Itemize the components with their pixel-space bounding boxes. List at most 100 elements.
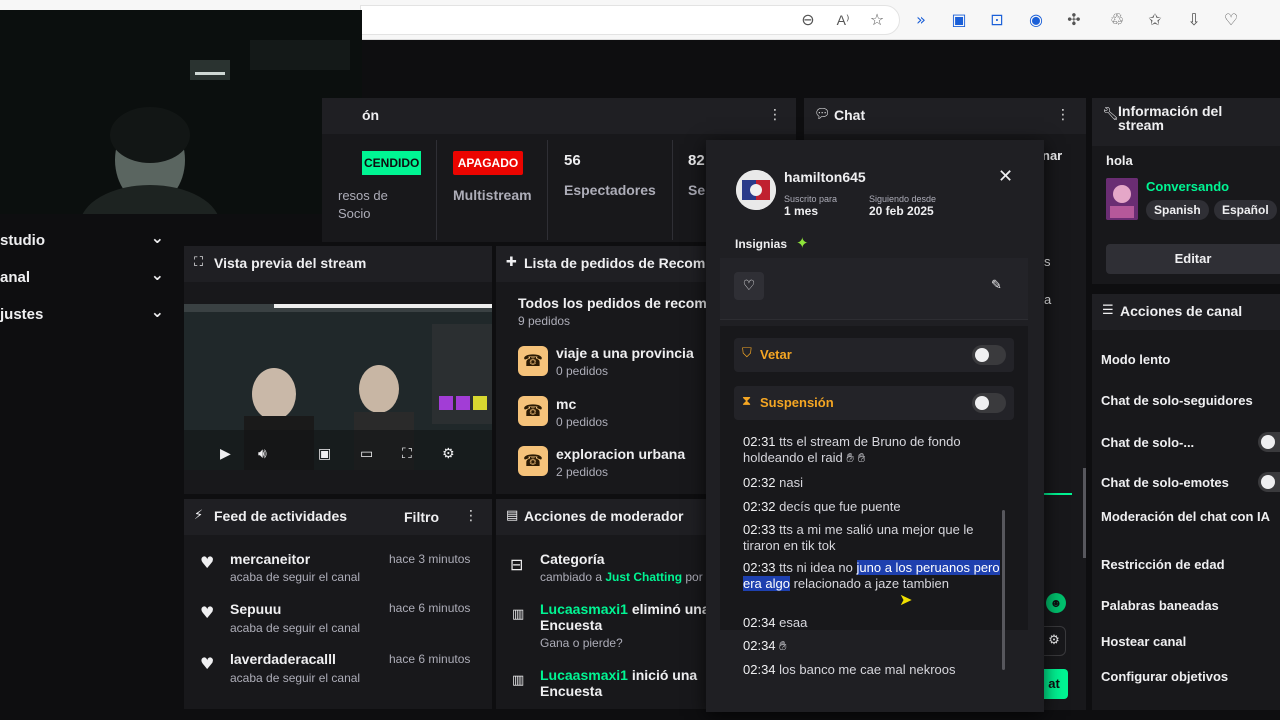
emote-picker-icon[interactable]: ☻	[1046, 593, 1066, 613]
extension-b-icon[interactable]: ▣	[948, 9, 970, 31]
nav-item-ajustes[interactable]: justes ⌄	[0, 300, 180, 330]
request-icon: ☎	[518, 346, 548, 376]
channel-action-emote-only[interactable]: Chat de solo-emotes	[1101, 475, 1229, 490]
feed-action: acaba de seguir el canal	[230, 621, 361, 635]
chat-message: 02:32 decís que fue puente	[743, 499, 901, 514]
sliders-icon: ☰	[1102, 303, 1114, 318]
badge-icon[interactable]: ✦	[796, 234, 809, 252]
feed-user[interactable]: mercaneitor	[230, 551, 310, 567]
chat-settings-icon[interactable]: ⚙	[1042, 626, 1066, 656]
more-options-icon[interactable]: ⋮	[768, 107, 782, 123]
heart-icon[interactable]: ♡	[734, 272, 764, 300]
channel-action-banned-words[interactable]: Palabras baneadas	[1101, 598, 1219, 613]
address-bar[interactable]	[360, 5, 900, 35]
subs-only-toggle[interactable]	[1258, 432, 1280, 452]
chat-send-button[interactable]: at	[1040, 669, 1068, 699]
filter-button[interactable]: Filtro	[404, 509, 439, 525]
request-count: 0 pedidos	[556, 364, 609, 378]
feed-user[interactable]: laverdaderacalll	[230, 651, 336, 667]
feed-action: acaba de seguir el canal	[230, 570, 361, 584]
extension-a-icon[interactable]: »	[910, 9, 932, 31]
followers-value: 82	[688, 152, 705, 169]
play-icon[interactable]: ▶	[220, 446, 231, 462]
status-badge-off: APAGADO	[453, 151, 523, 175]
webcam-overlay	[0, 10, 362, 214]
more-options-icon[interactable]: ⋮	[464, 508, 478, 524]
volume-icon[interactable]: 🔊︎	[258, 446, 267, 462]
stream-category[interactable]: Conversando	[1146, 179, 1229, 194]
panel-header: ✚ Lista de pedidos de Recom	[496, 246, 706, 282]
channel-action-slow-mode[interactable]: Modo lento	[1101, 352, 1170, 367]
requests-all-title: Todos los pedidos de recom	[518, 295, 707, 311]
avatar[interactable]	[736, 170, 776, 210]
mod-category-detail: cambiado a Just Chatting por	[540, 570, 703, 584]
ban-toggle[interactable]	[972, 345, 1006, 365]
badges-label: Insignias	[735, 237, 788, 251]
mouse-cursor-icon: ➤	[899, 590, 913, 609]
zoom-icon[interactable]: ⊖	[797, 9, 819, 31]
channel-action-followers-only[interactable]: Chat de solo-seguidores	[1101, 393, 1253, 408]
fullscreen-icon[interactable]: ⛶	[402, 446, 412, 462]
chat-message: 02:34 los banco me cae mal nekroos	[743, 662, 956, 677]
chat-scrollbar[interactable]	[1083, 468, 1086, 558]
request-name[interactable]: mc	[556, 396, 576, 412]
extension-d-icon[interactable]: ◉	[1025, 9, 1047, 31]
follow-value: 20 feb 2025	[869, 204, 934, 218]
timeout-toggle[interactable]	[972, 393, 1006, 413]
tag-chip[interactable]: Español	[1214, 200, 1277, 220]
mod-action-poll-started: Lucaasmaxi1 inició una	[540, 667, 698, 683]
close-icon[interactable]: ✕	[998, 166, 1013, 187]
favorites-icon[interactable]: ✩	[1144, 9, 1166, 31]
mute-mic-icon[interactable]: ✎	[991, 278, 1002, 293]
favorite-star-icon[interactable]: ☆	[866, 9, 888, 31]
follow-label: Siguiendo desde	[869, 194, 937, 204]
theatre-icon[interactable]: ▭	[360, 446, 373, 462]
panel-header: ⛶ Vista previa del stream	[184, 246, 492, 282]
nav-item-studio[interactable]: studio ⌄	[0, 226, 180, 256]
mod-action-poll-title: Gana o pierde?	[540, 636, 623, 650]
chat-message: 02:33 tts a mi me salió una mejor que le…	[743, 522, 974, 553]
channel-actions-panel: ☰ Acciones de canal Modo lento Chat de s…	[1092, 294, 1280, 710]
channel-action-ai-moderation[interactable]: Moderación del chat con IA	[1101, 509, 1271, 524]
downloads-icon[interactable]: ⇩	[1183, 9, 1205, 31]
pip-icon[interactable]: ▣	[318, 446, 331, 462]
nav-item-canal[interactable]: anal ⌄	[0, 263, 180, 293]
request-name[interactable]: exploracion urbana	[556, 446, 685, 462]
heart-monitor-icon[interactable]: ♡	[1220, 9, 1242, 31]
ban-row[interactable]: ⛉ Vetar	[734, 338, 1014, 372]
emote-icon: ✋︎ ✋︎	[846, 451, 866, 466]
feed-time: hace 3 minutos	[389, 552, 471, 566]
heart-icon: ♥	[200, 603, 215, 622]
mod-action-poll-label: Encuesta	[540, 617, 603, 633]
tag-chip[interactable]: Spanish	[1146, 200, 1209, 220]
user-card-username[interactable]: hamilton645	[784, 169, 866, 185]
extension-c-icon[interactable]: ⊡	[986, 9, 1008, 31]
panel-title: Vista previa del stream	[214, 255, 367, 271]
emote-only-toggle[interactable]	[1258, 472, 1280, 492]
channel-action-subs-only[interactable]: Chat de solo-...	[1101, 435, 1194, 450]
chat-message: 02:32 nasi	[743, 475, 804, 490]
chevron-down-icon: ⌄	[150, 265, 164, 284]
wrench-icon: 🔧︎	[1102, 107, 1119, 122]
settings-gear-icon[interactable]: ⚙	[442, 446, 455, 462]
request-count: 2 pedidos	[556, 465, 609, 479]
panel-title: Lista de pedidos de Recom	[524, 255, 706, 271]
sub-label: Suscrito para	[784, 194, 838, 204]
hourglass-icon: ⧗	[742, 394, 752, 409]
feed-user[interactable]: Sepuuu	[230, 601, 281, 617]
timeout-row[interactable]: ⧗ Suspensión	[734, 386, 1014, 420]
more-options-icon[interactable]: ⋮	[1056, 107, 1070, 123]
channel-action-host[interactable]: Hostear canal	[1101, 634, 1186, 649]
category-thumbnail[interactable]	[1106, 178, 1138, 220]
followers-caption: Se	[688, 182, 706, 198]
status-badge-on: CENDIDO	[362, 151, 421, 175]
read-aloud-icon[interactable]: A⁾	[832, 9, 854, 31]
request-name[interactable]: viaje a una provincia	[556, 345, 694, 361]
performance-icon[interactable]: ♲	[1106, 9, 1128, 31]
stream-preview-panel: ⛶ Vista previa del stream ▶ 🔊︎ ▣ ▭ ⛶ ⚙	[184, 246, 492, 494]
panel-title: Chat	[834, 107, 866, 123]
channel-action-age-restriction[interactable]: Restricción de edad	[1101, 557, 1225, 572]
extensions-icon[interactable]: ✣	[1063, 9, 1085, 31]
channel-action-goals[interactable]: Configurar objetivos	[1101, 669, 1228, 684]
edit-button[interactable]: Editar	[1106, 244, 1280, 274]
